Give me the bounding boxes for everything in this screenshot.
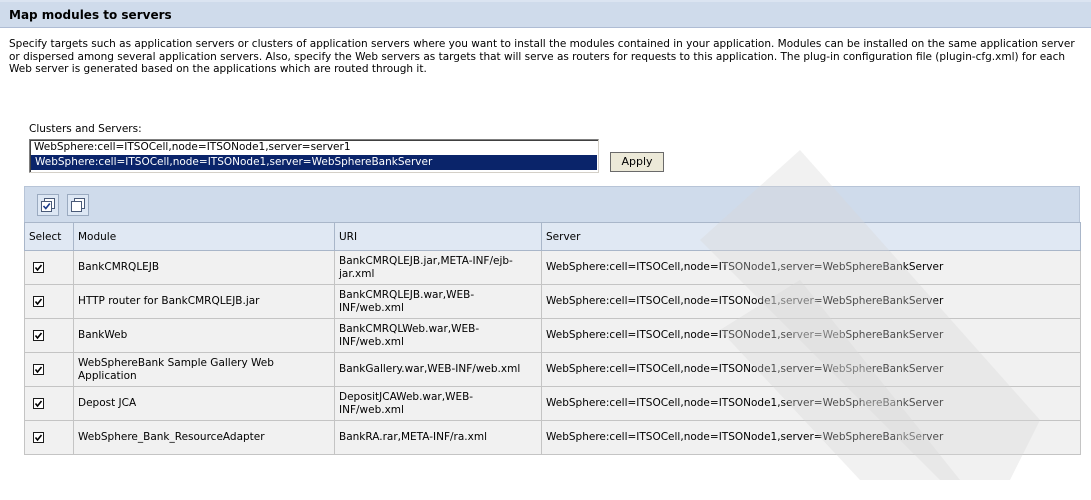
- select-cell: [24, 352, 74, 387]
- select-cell: [24, 386, 74, 421]
- server-cell: WebSphere:cell=ITSOCell,node=ITSONode1,s…: [541, 284, 1081, 319]
- table-row: WebSphere_Bank_ResourceAdapter BankRA.ra…: [24, 420, 1081, 455]
- server-option-selected[interactable]: WebSphere:cell=ITSOCell,node=ITSONode1,s…: [31, 155, 597, 170]
- deselect-all-icon: [71, 198, 85, 212]
- module-cell: BankWeb: [73, 318, 335, 353]
- module-column-header: Module: [73, 222, 335, 251]
- table-row: BankWeb BankCMRQLWeb.war,WEB-INF/web.xml…: [24, 318, 1081, 353]
- checkmark-icon: [34, 366, 43, 374]
- module-cell: WebSphere_Bank_ResourceAdapter: [73, 420, 335, 455]
- checkmark-icon: [34, 434, 43, 442]
- uri-cell: BankCMRQLEJB.war,WEB-INF/web.xml: [334, 284, 542, 319]
- row-checkbox[interactable]: [33, 295, 44, 307]
- server-option[interactable]: WebSphere:cell=ITSOCell,node=ITSONode1,s…: [30, 140, 598, 155]
- select-cell: [24, 420, 74, 455]
- select-all-button[interactable]: [37, 194, 59, 216]
- server-cell: WebSphere:cell=ITSOCell,node=ITSONode1,s…: [541, 386, 1081, 421]
- row-checkbox[interactable]: [33, 397, 44, 409]
- checkmark-icon: [34, 400, 43, 408]
- row-checkbox[interactable]: [33, 363, 44, 375]
- select-cell: [24, 284, 74, 319]
- table-toolbar: [24, 186, 1080, 222]
- select-column-header: Select: [24, 222, 74, 251]
- clusters-servers-listbox[interactable]: WebSphere:cell=ITSOCell,node=ITSONode1,s…: [29, 139, 599, 173]
- table-row: WebSphereBank Sample Gallery Web Applica…: [24, 352, 1081, 387]
- instructions-text: Specify targets such as application serv…: [9, 38, 1075, 75]
- table-header-row: Select Module URI Server: [24, 222, 1081, 251]
- uri-cell: BankRA.rar,META-INF/ra.xml: [334, 420, 542, 455]
- select-all-icon: [41, 198, 55, 212]
- panel-header: Map modules to servers: [0, 0, 1091, 28]
- server-cell: WebSphere:cell=ITSOCell,node=ITSONode1,s…: [541, 420, 1081, 455]
- checkmark-icon: [34, 332, 43, 340]
- uri-cell: BankCMRQLWeb.war,WEB-INF/web.xml: [334, 318, 542, 353]
- server-cell: WebSphere:cell=ITSOCell,node=ITSONode1,s…: [541, 250, 1081, 285]
- checkmark-icon: [34, 264, 43, 272]
- uri-column-header: URI: [334, 222, 542, 251]
- module-mapping-table: Select Module URI Server BankCMRQLEJB Ba…: [24, 222, 1081, 455]
- module-cell: HTTP router for BankCMRQLEJB.jar: [73, 284, 335, 319]
- uri-cell: DepositJCAWeb.war,WEB-INF/web.xml: [334, 386, 542, 421]
- select-cell: [24, 318, 74, 353]
- server-cell: WebSphere:cell=ITSOCell,node=ITSONode1,s…: [541, 352, 1081, 387]
- row-checkbox[interactable]: [33, 329, 44, 341]
- apply-button[interactable]: Apply: [610, 152, 664, 172]
- module-cell: Depost JCA: [73, 386, 335, 421]
- checkmark-icon: [34, 298, 43, 306]
- uri-cell: BankGallery.war,WEB-INF/web.xml: [334, 352, 542, 387]
- uri-cell: BankCMRQLEJB.jar,META-INF/ejb-jar.xml: [334, 250, 542, 285]
- deselect-all-button[interactable]: [67, 194, 89, 216]
- server-column-header: Server: [541, 222, 1081, 251]
- table-row: Depost JCA DepositJCAWeb.war,WEB-INF/web…: [24, 386, 1081, 421]
- row-checkbox[interactable]: [33, 431, 44, 443]
- table-row: HTTP router for BankCMRQLEJB.jar BankCMR…: [24, 284, 1081, 319]
- clusters-servers-label: Clusters and Servers:: [29, 123, 142, 135]
- row-checkbox[interactable]: [33, 261, 44, 273]
- module-cell: WebSphereBank Sample Gallery Web Applica…: [73, 352, 335, 387]
- server-cell: WebSphere:cell=ITSOCell,node=ITSONode1,s…: [541, 318, 1081, 353]
- module-cell: BankCMRQLEJB: [73, 250, 335, 285]
- table-row: BankCMRQLEJB BankCMRQLEJB.jar,META-INF/e…: [24, 250, 1081, 285]
- select-cell: [24, 250, 74, 285]
- panel-title: Map modules to servers: [9, 8, 172, 22]
